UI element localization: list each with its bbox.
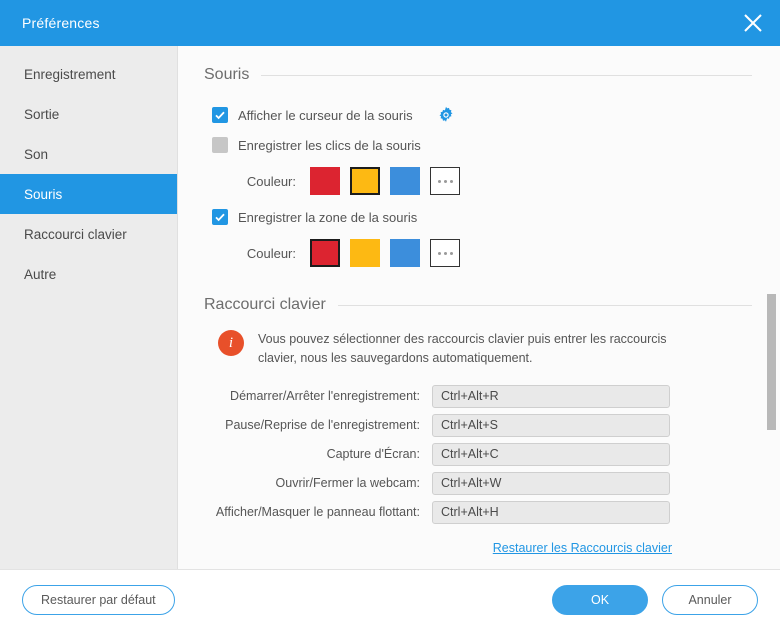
shortcut-label: Ouvrir/Fermer la webcam: — [204, 476, 432, 490]
shortcut-section-header: Raccourci clavier — [204, 296, 752, 314]
window-body: Enregistrement Sortie Son Souris Raccour… — [0, 46, 780, 570]
preferences-window: Préférences Enregistrement Sortie Son — [0, 0, 780, 630]
shortcut-label: Pause/Reprise de l'enregistrement: — [204, 418, 432, 432]
sidebar-item-son[interactable]: Son — [0, 134, 177, 174]
sidebar-item-label: Raccourci clavier — [24, 227, 127, 242]
cancel-button[interactable]: Annuler — [662, 585, 758, 615]
clicks-color-swatches — [310, 167, 460, 195]
color-swatch-blue[interactable] — [390, 167, 420, 195]
scrollbar-thumb[interactable] — [767, 294, 776, 430]
shortcut-input-start-stop[interactable]: Ctrl+Alt+R — [432, 385, 670, 408]
shortcut-label: Démarrer/Arrêter l'enregistrement: — [204, 389, 432, 403]
sidebar-item-souris[interactable]: Souris — [0, 174, 177, 214]
show-cursor-label: Afficher le curseur de la souris — [238, 108, 413, 123]
shortcut-row-pause-resume: Pause/Reprise de l'enregistrement: Ctrl+… — [204, 411, 752, 440]
shortcut-input-webcam[interactable]: Ctrl+Alt+W — [432, 472, 670, 495]
more-colors-button[interactable] — [430, 239, 460, 267]
sidebar-item-sortie[interactable]: Sortie — [0, 94, 177, 134]
record-area-row: Enregistrer la zone de la souris — [212, 202, 752, 232]
show-cursor-checkbox[interactable] — [212, 107, 228, 123]
section-divider — [338, 305, 752, 306]
record-area-checkbox[interactable] — [212, 209, 228, 225]
shortcut-info-text: Vous pouvez sélectionner des raccourcis … — [258, 330, 708, 368]
shortcut-row-start-stop: Démarrer/Arrêter l'enregistrement: Ctrl+… — [204, 382, 752, 411]
sidebar-item-label: Sortie — [24, 107, 59, 122]
sidebar-item-label: Autre — [24, 267, 56, 282]
section-divider — [261, 75, 752, 76]
clicks-color-row: Couleur: — [212, 160, 752, 202]
more-colors-button[interactable] — [430, 167, 460, 195]
sidebar-item-enregistrement[interactable]: Enregistrement — [0, 54, 177, 94]
color-swatch-blue[interactable] — [390, 239, 420, 267]
shortcut-label: Afficher/Masquer le panneau flottant: — [204, 505, 432, 519]
info-icon: i — [218, 330, 244, 356]
mouse-section-title: Souris — [204, 66, 249, 84]
area-color-label: Couleur: — [212, 246, 310, 261]
shortcut-label: Capture d'Écran: — [204, 447, 432, 461]
sidebar-item-autre[interactable]: Autre — [0, 254, 177, 294]
settings-content: Souris Afficher le curseur de la souris — [178, 46, 780, 569]
clicks-color-label: Couleur: — [212, 174, 310, 189]
sidebar-item-label: Enregistrement — [24, 67, 116, 82]
window-title: Préférences — [22, 15, 100, 31]
shortcut-input-pause-resume[interactable]: Ctrl+Alt+S — [432, 414, 670, 437]
dialog-footer: Restaurer par défaut OK Annuler — [0, 570, 780, 630]
shortcut-row-floating-panel: Afficher/Masquer le panneau flottant: Ct… — [204, 498, 752, 527]
sidebar: Enregistrement Sortie Son Souris Raccour… — [0, 46, 178, 569]
sidebar-item-label: Son — [24, 147, 48, 162]
record-clicks-checkbox[interactable] — [212, 137, 228, 153]
record-area-label: Enregistrer la zone de la souris — [238, 210, 417, 225]
gear-icon[interactable] — [437, 106, 455, 124]
mouse-section-header: Souris — [204, 66, 752, 84]
shortcut-row-screenshot: Capture d'Écran: Ctrl+Alt+C — [204, 440, 752, 469]
sidebar-item-label: Souris — [24, 187, 62, 202]
footer-actions: OK Annuler — [552, 585, 758, 615]
restore-shortcuts-link[interactable]: Restaurer les Raccourcis clavier — [493, 541, 672, 555]
shortcut-input-floating-panel[interactable]: Ctrl+Alt+H — [432, 501, 670, 524]
check-icon — [214, 211, 226, 223]
check-icon — [214, 109, 226, 121]
close-icon — [741, 11, 765, 35]
color-swatch-red[interactable] — [310, 167, 340, 195]
close-button[interactable] — [726, 0, 780, 46]
area-color-swatches — [310, 239, 460, 267]
content-scrollbar[interactable] — [767, 46, 776, 569]
ok-button[interactable]: OK — [552, 585, 648, 615]
color-swatch-yellow[interactable] — [350, 167, 380, 195]
sidebar-item-raccourci-clavier[interactable]: Raccourci clavier — [0, 214, 177, 254]
shortcut-info: i Vous pouvez sélectionner des raccourci… — [218, 330, 752, 368]
color-swatch-red[interactable] — [310, 239, 340, 267]
titlebar: Préférences — [0, 0, 780, 46]
area-color-row: Couleur: — [212, 232, 752, 274]
show-cursor-row: Afficher le curseur de la souris — [212, 100, 752, 130]
record-clicks-row: Enregistrer les clics de la souris — [212, 130, 752, 160]
shortcut-input-screenshot[interactable]: Ctrl+Alt+C — [432, 443, 670, 466]
restore-default-button[interactable]: Restaurer par défaut — [22, 585, 175, 615]
record-clicks-label: Enregistrer les clics de la souris — [238, 138, 421, 153]
shortcut-row-webcam: Ouvrir/Fermer la webcam: Ctrl+Alt+W — [204, 469, 752, 498]
color-swatch-yellow[interactable] — [350, 239, 380, 267]
shortcut-section-title: Raccourci clavier — [204, 296, 326, 314]
restore-shortcuts-wrap: Restaurer les Raccourcis clavier — [204, 541, 752, 555]
